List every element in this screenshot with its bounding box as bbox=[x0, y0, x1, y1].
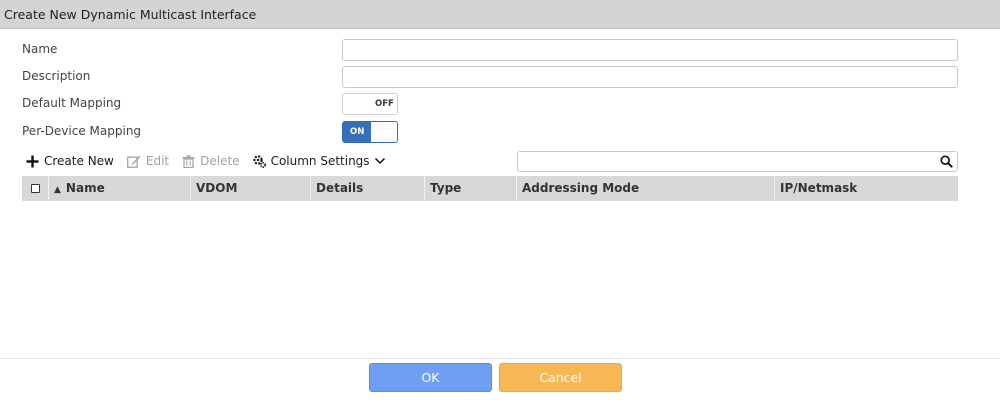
delete-label: Delete bbox=[200, 154, 240, 168]
column-header-details[interactable]: Details bbox=[310, 176, 424, 201]
name-label: Name bbox=[22, 42, 58, 56]
default-mapping-state: OFF bbox=[375, 99, 394, 109]
table-header: ▲ Name VDOM Details Type Addressing Mode … bbox=[22, 176, 958, 201]
cancel-button[interactable]: Cancel bbox=[499, 363, 622, 392]
dialog-title: Create New Dynamic Multicast Interface bbox=[4, 7, 257, 22]
create-new-button[interactable]: Create New bbox=[26, 154, 114, 168]
edit-label: Edit bbox=[145, 154, 170, 168]
plus-icon bbox=[26, 155, 39, 167]
per-device-mapping-label: Per-Device Mapping bbox=[22, 124, 142, 138]
column-header-ip-netmask[interactable]: IP/Netmask bbox=[774, 176, 958, 201]
table-search bbox=[517, 151, 958, 172]
description-input[interactable] bbox=[342, 66, 958, 88]
search-input[interactable] bbox=[522, 154, 932, 169]
column-header-vdom[interactable]: VDOM bbox=[190, 176, 310, 201]
default-mapping-label: Default Mapping bbox=[22, 96, 122, 110]
create-new-label: Create New bbox=[44, 154, 114, 168]
column-header-type[interactable]: Type bbox=[424, 176, 516, 201]
column-header-addressing-mode[interactable]: Addressing Mode bbox=[516, 176, 774, 201]
per-device-mapping-state: ON bbox=[350, 127, 365, 137]
chevron-down-icon bbox=[374, 157, 385, 165]
column-settings-button[interactable]: Column Settings bbox=[252, 154, 386, 168]
edit-icon bbox=[126, 155, 141, 168]
sort-ascending-icon: ▲ bbox=[54, 185, 61, 195]
table-toolbar: Create New Edit Delete Column Settings bbox=[26, 151, 399, 171]
dialog-footer: OK Cancel bbox=[0, 358, 1000, 400]
column-header-name[interactable]: ▲ Name bbox=[48, 176, 190, 201]
name-input[interactable] bbox=[342, 39, 958, 61]
edit-button[interactable]: Edit bbox=[126, 154, 170, 168]
delete-button[interactable]: Delete bbox=[182, 154, 240, 168]
ok-button[interactable]: OK bbox=[369, 363, 492, 392]
trash-icon bbox=[182, 154, 195, 168]
column-settings-label: Column Settings bbox=[270, 154, 370, 168]
per-device-mapping-toggle[interactable]: ON bbox=[342, 121, 398, 143]
select-all-column bbox=[22, 176, 48, 201]
select-all-checkbox[interactable] bbox=[31, 184, 40, 193]
dialog-header: Create New Dynamic Multicast Interface bbox=[0, 0, 1000, 29]
default-mapping-toggle[interactable]: OFF bbox=[342, 93, 398, 115]
description-label: Description bbox=[22, 69, 91, 83]
search-icon[interactable] bbox=[940, 155, 953, 168]
gears-icon bbox=[252, 154, 266, 168]
